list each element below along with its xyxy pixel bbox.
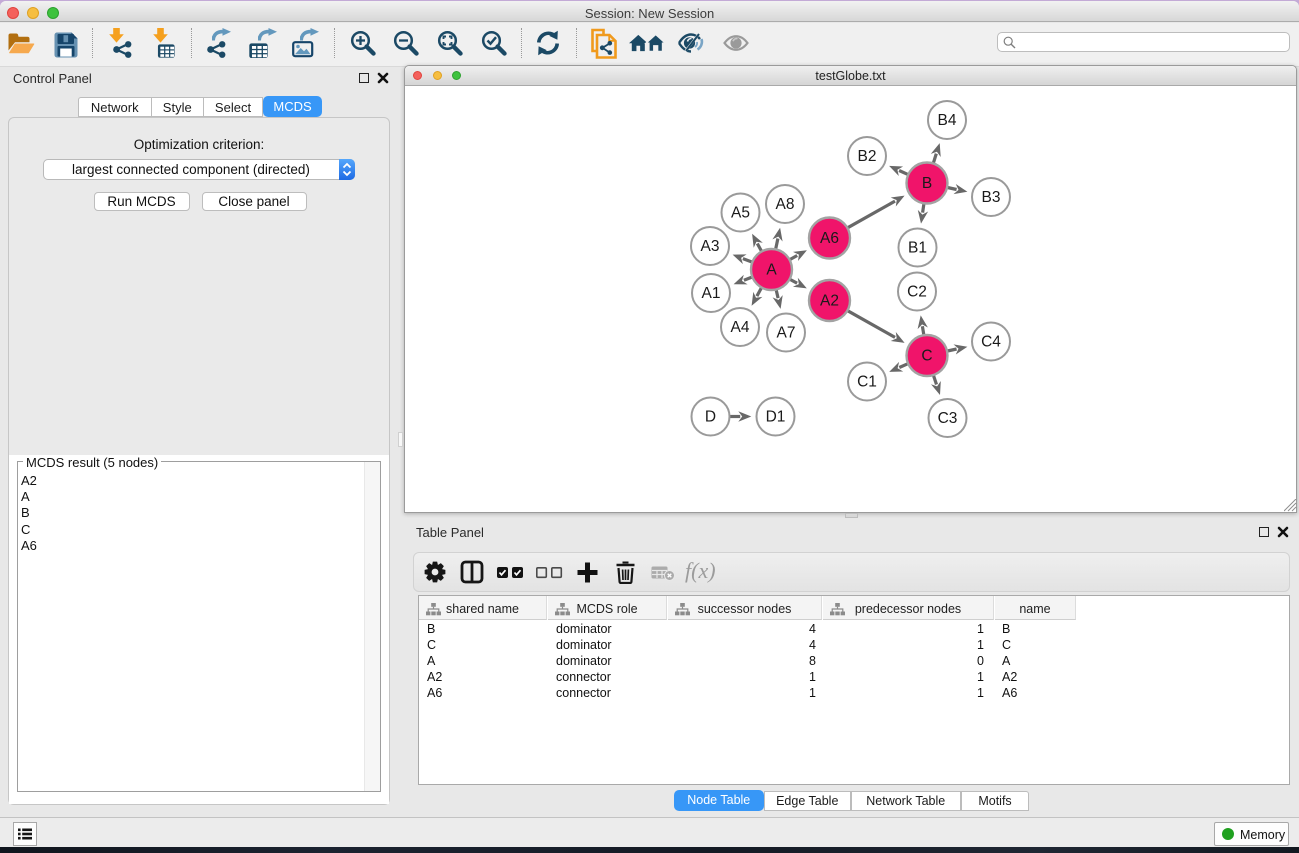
svg-text:C4: C4 [981, 334, 1001, 351]
svg-text:D1: D1 [766, 409, 786, 426]
svg-text:A5: A5 [731, 205, 750, 222]
svg-text:C2: C2 [907, 284, 927, 301]
svg-text:B4: B4 [938, 112, 957, 129]
svg-text:B1: B1 [908, 240, 927, 257]
svg-text:D: D [705, 409, 716, 426]
svg-text:B3: B3 [982, 189, 1001, 206]
svg-text:A1: A1 [702, 285, 721, 302]
svg-text:A6: A6 [820, 230, 839, 247]
svg-text:A: A [766, 262, 777, 279]
svg-text:C: C [921, 348, 932, 365]
svg-text:C1: C1 [857, 374, 877, 391]
svg-text:A7: A7 [777, 325, 796, 342]
svg-text:A2: A2 [820, 293, 839, 310]
svg-text:B2: B2 [858, 148, 877, 165]
svg-text:A3: A3 [701, 238, 720, 255]
svg-text:A8: A8 [776, 196, 795, 213]
svg-text:A4: A4 [731, 319, 750, 336]
svg-text:B: B [922, 175, 932, 192]
svg-text:C3: C3 [938, 410, 958, 427]
